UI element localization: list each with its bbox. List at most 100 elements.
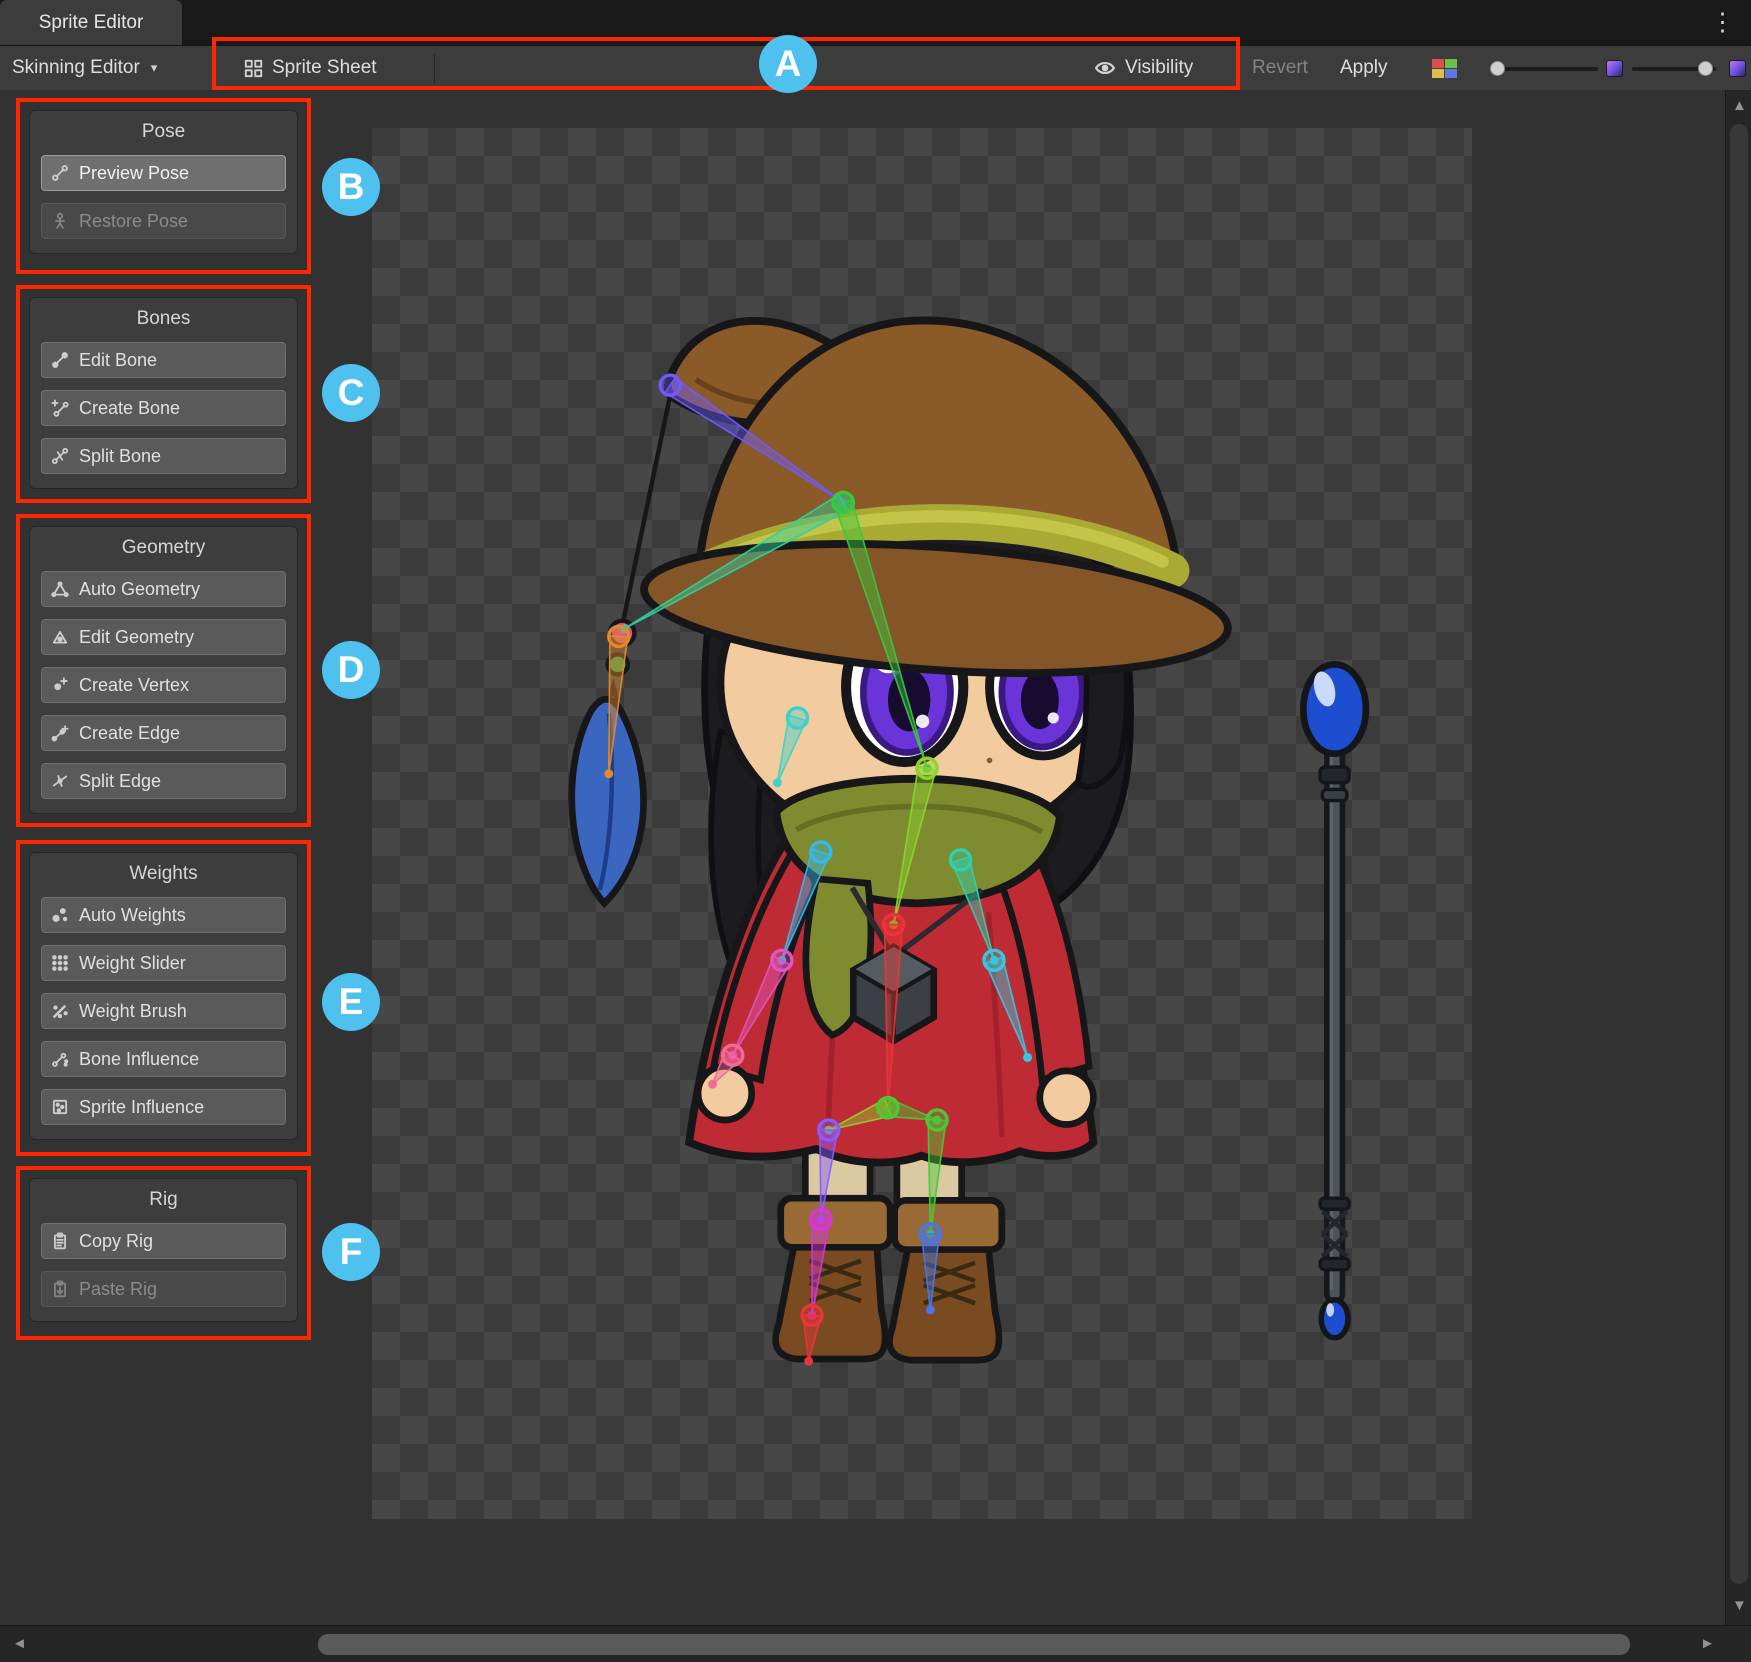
create-edge-button[interactable]: Create Edge <box>41 715 286 751</box>
create-bone-icon <box>50 398 70 418</box>
gradient-swatch-icon[interactable] <box>1606 60 1623 77</box>
chevron-down-icon: ▾ <box>151 60 158 76</box>
toolbar: Skinning Editor ▾ Sprite Sheet Visibilit… <box>0 45 1751 90</box>
pose-panel: Pose Preview Pose Restore Pose <box>29 110 298 254</box>
weight-brush-button[interactable]: Weight Brush <box>41 993 286 1029</box>
paste-rig-button[interactable]: Paste Rig <box>41 1271 286 1307</box>
button-label: Preview Pose <box>79 163 189 184</box>
scroll-down-icon[interactable]: ▼ <box>1732 1598 1747 1613</box>
mode-dropdown-label: Skinning Editor <box>12 57 140 79</box>
split-bone-icon <box>50 446 70 466</box>
annotation-badge-c: C <box>322 364 380 422</box>
scroll-right-icon[interactable]: ► <box>1700 1636 1715 1651</box>
sprite-artwork <box>372 128 1472 1519</box>
create-vertex-icon <box>50 675 70 695</box>
button-label: Paste Rig <box>79 1279 157 1300</box>
geometry-panel: Geometry Auto Geometry Edit Geometry Cre… <box>29 526 298 814</box>
edit-bone-button[interactable]: Edit Bone <box>41 342 286 378</box>
split-edge-button[interactable]: Split Edge <box>41 763 286 799</box>
paste-rig-icon <box>50 1279 70 1299</box>
toolbar-separator <box>214 54 215 83</box>
annotation-badge-e: E <box>322 973 380 1031</box>
weight-slider-icon <box>50 953 70 973</box>
split-edge-icon <box>50 771 70 791</box>
button-label: Edit Bone <box>79 350 157 371</box>
toolbar-separator <box>1238 54 1239 83</box>
edit-geometry-button[interactable]: Edit Geometry <box>41 619 286 655</box>
split-bone-button[interactable]: Split Bone <box>41 438 286 474</box>
create-edge-icon <box>50 723 70 743</box>
panel-title: Pose <box>41 121 286 143</box>
opacity-slider-2[interactable] <box>1632 67 1716 71</box>
slider-knob[interactable] <box>1490 61 1505 76</box>
restore-pose-icon <box>50 211 70 231</box>
tab-bar: Sprite Editor ⋮ <box>0 0 1751 45</box>
button-label: Create Edge <box>79 723 180 744</box>
annotation-badge-b: B <box>322 158 380 216</box>
apply-label: Apply <box>1340 57 1388 79</box>
color-swatch-icon[interactable] <box>1432 59 1458 78</box>
scroll-left-icon[interactable]: ◄ <box>12 1636 27 1651</box>
button-label: Bone Influence <box>79 1049 199 1070</box>
tab-title: Sprite Editor <box>39 12 144 34</box>
rig-panel: Rig Copy Rig Paste Rig <box>29 1178 298 1322</box>
horizontal-scroll-thumb[interactable] <box>318 1634 1630 1655</box>
visibility-button[interactable]: Visibility <box>1094 46 1193 90</box>
preview-pose-icon <box>50 163 70 183</box>
button-label: Sprite Influence <box>79 1097 204 1118</box>
vertical-scrollbar[interactable]: ▲ ▼ <box>1725 90 1751 1625</box>
restore-pose-button[interactable]: Restore Pose <box>41 203 286 239</box>
sprite-influence-icon <box>50 1097 70 1117</box>
edit-bone-icon <box>50 350 70 370</box>
eye-icon <box>1094 57 1116 79</box>
tab-sprite-editor[interactable]: Sprite Editor <box>0 0 182 45</box>
button-label: Create Bone <box>79 398 180 419</box>
witch-girl-character <box>572 320 1232 1360</box>
revert-label: Revert <box>1252 57 1308 79</box>
preview-pose-button[interactable]: Preview Pose <box>41 155 286 191</box>
horizontal-scrollbar[interactable]: ◄ ► <box>0 1625 1751 1662</box>
bone-influence-icon <box>50 1049 70 1069</box>
skinning-editor-dropdown[interactable]: Skinning Editor ▾ <box>12 46 157 90</box>
button-label: Split Bone <box>79 446 161 467</box>
sprite-editor-window: Sprite Editor ⋮ Skinning Editor ▾ Sprite… <box>0 0 1751 1662</box>
annotation-badge-a: A <box>759 35 817 93</box>
slider-knob[interactable] <box>1698 61 1713 76</box>
witch-hat <box>640 320 1232 690</box>
sprite-canvas[interactable] <box>372 128 1472 1519</box>
scroll-up-icon[interactable]: ▲ <box>1732 98 1747 113</box>
button-label: Create Vertex <box>79 675 189 696</box>
sprite-sheet-label: Sprite Sheet <box>272 57 377 79</box>
sprite-sheet-icon <box>244 59 263 78</box>
create-bone-button[interactable]: Create Bone <box>41 390 286 426</box>
button-label: Auto Weights <box>79 905 186 926</box>
bone-influence-button[interactable]: Bone Influence <box>41 1041 286 1077</box>
button-label: Edit Geometry <box>79 627 194 648</box>
revert-button[interactable]: Revert <box>1252 46 1308 90</box>
sprite-sheet-button[interactable]: Sprite Sheet <box>244 46 377 90</box>
button-label: Split Edge <box>79 771 161 792</box>
create-vertex-button[interactable]: Create Vertex <box>41 667 286 703</box>
auto-geometry-icon <box>50 579 70 599</box>
gradient-swatch-icon[interactable] <box>1729 60 1746 77</box>
copy-rig-button[interactable]: Copy Rig <box>41 1223 286 1259</box>
auto-weights-button[interactable]: Auto Weights <box>41 897 286 933</box>
apply-button[interactable]: Apply <box>1340 46 1388 90</box>
kebab-menu-icon[interactable]: ⋮ <box>1710 7 1735 37</box>
weight-brush-icon <box>50 1001 70 1021</box>
toolbar-separator <box>434 54 435 83</box>
opacity-slider-1[interactable] <box>1492 67 1598 71</box>
annotation-badge-f: F <box>322 1223 380 1281</box>
button-label: Weight Brush <box>79 1001 187 1022</box>
sprite-influence-button[interactable]: Sprite Influence <box>41 1089 286 1125</box>
edit-geometry-icon <box>50 627 70 647</box>
visibility-label: Visibility <box>1125 57 1193 79</box>
panel-title: Bones <box>41 308 286 330</box>
weight-slider-button[interactable]: Weight Slider <box>41 945 286 981</box>
auto-geometry-button[interactable]: Auto Geometry <box>41 571 286 607</box>
annotation-badge-d: D <box>322 641 380 699</box>
button-label: Weight Slider <box>79 953 186 974</box>
button-label: Copy Rig <box>79 1231 153 1252</box>
vertical-scroll-thumb[interactable] <box>1730 124 1748 1584</box>
copy-rig-icon <box>50 1231 70 1251</box>
